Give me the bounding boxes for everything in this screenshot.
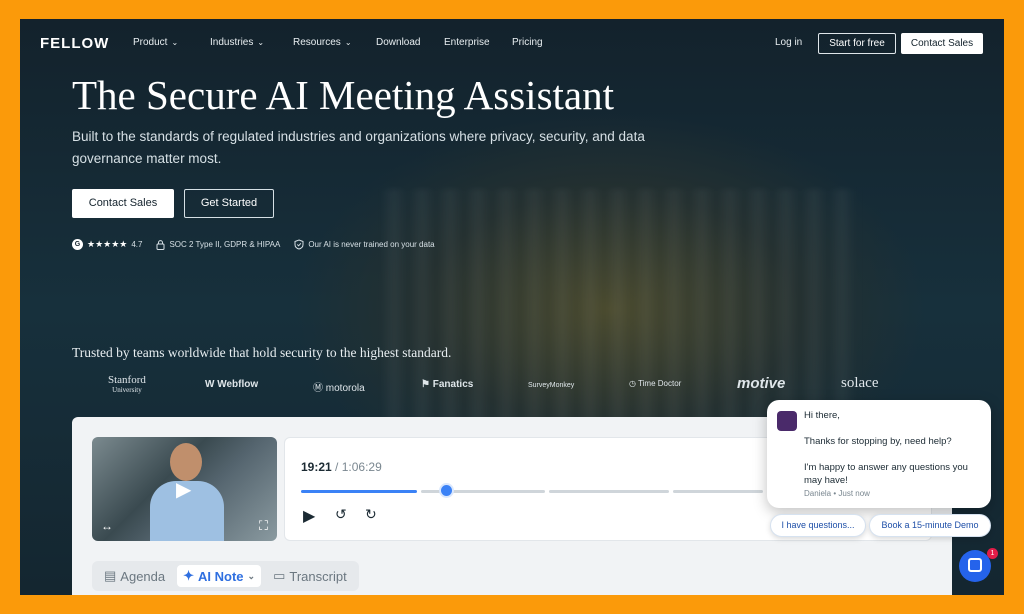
logo-text: Time Doctor <box>638 379 682 388</box>
login-link[interactable]: Log in <box>775 37 802 48</box>
browser-viewport: FELLOW Product ⌄ Industries ⌄ Resources ⌄ D… <box>20 19 1004 595</box>
chevron-down-icon: ⌄ <box>344 38 352 47</box>
nav-item-pricing[interactable]: Pricing <box>512 37 543 48</box>
stars-icon: ★★★★★ <box>87 239 128 249</box>
progress-segment <box>549 490 669 493</box>
chat-icon: ▭ <box>273 568 286 583</box>
calendar-icon: ▤ <box>104 568 117 583</box>
note-tabs: ▤ Agenda ✦ AI Note ⌄ ▭ Transcript <box>92 561 359 591</box>
hero-subtitle: Built to the standards of regulated indu… <box>72 129 645 166</box>
timedoctor-logo: ◷ Time Doctor <box>629 379 681 388</box>
chevron-down-icon: ⌄ <box>257 38 265 47</box>
chat-popup[interactable]: Hi there, Thanks for stopping by, need h… <box>767 400 991 508</box>
hero-title: The Secure AI Meeting Assistant <box>72 72 615 118</box>
progress-scrubber[interactable] <box>439 483 454 498</box>
shield-icon <box>294 239 304 250</box>
nav-item-product[interactable]: Product ⌄ <box>133 37 178 48</box>
nav-label: Product <box>133 37 168 48</box>
chat-meta: Daniela • Just now <box>804 489 870 498</box>
customer-logos: Stanford University W Webflow Ⓜ motorola… <box>72 371 912 401</box>
motive-logo: motive <box>737 375 786 392</box>
hero-contact-sales-button[interactable]: Contact Sales <box>72 189 174 218</box>
logo-text: motorola <box>325 383 365 394</box>
logo-text: Stanford <box>108 374 146 386</box>
compliance-text: SOC 2 Type II, GDPR & HIPAA <box>169 240 281 249</box>
g2-icon: G <box>72 239 83 250</box>
sparkle-icon: ✦ <box>183 568 195 583</box>
rating-badge: G ★★★★★ 4.7 <box>72 239 142 250</box>
get-started-button[interactable]: Get Started <box>184 189 274 218</box>
motorola-mark-icon: Ⓜ <box>313 383 323 394</box>
nav-label: Industries <box>210 37 254 48</box>
compliance-badge: SOC 2 Type II, GDPR & HIPAA <box>156 239 281 250</box>
tab-label: Agenda <box>120 568 166 584</box>
ai-privacy-badge: Our AI is never trained on your data <box>294 239 435 250</box>
nav-item-download[interactable]: Download <box>376 37 420 48</box>
surveymonkey-logo: SurveyMonkey <box>528 382 575 389</box>
tab-agenda[interactable]: ▤ Agenda <box>98 565 171 587</box>
play-icon[interactable]: ▶ <box>176 477 191 502</box>
fullscreen-icon[interactable]: ⛶ <box>259 518 268 534</box>
tab-transcript[interactable]: ▭ Transcript <box>267 565 353 587</box>
motorola-logo: Ⓜ motorola <box>313 379 365 394</box>
nav-contact-sales-button[interactable]: Contact Sales <box>901 33 983 54</box>
stanford-logo: Stanford University <box>108 374 146 395</box>
trusted-heading: Trusted by teams worldwide that hold sec… <box>72 345 452 360</box>
fellow-logo[interactable]: FELLOW <box>40 35 109 52</box>
chat-line-1: Thanks for stopping by, need help? <box>804 436 952 447</box>
quick-reply-questions[interactable]: I have questions... <box>770 514 866 537</box>
nav-label: Resources <box>293 37 341 48</box>
tab-ai-note[interactable]: ✦ AI Note ⌄ <box>177 565 262 587</box>
webflow-mark-icon: W <box>205 379 215 390</box>
webflow-logo: W Webflow <box>205 379 258 390</box>
time-separator: / <box>335 460 339 474</box>
trust-badges: G ★★★★★ 4.7 SOC 2 Type II, GDPR & HIPAA … <box>72 239 435 250</box>
lock-icon <box>156 239 165 250</box>
rating-value: 4.7 <box>131 240 143 249</box>
fanatics-mark-icon: ⚑ <box>421 379 430 390</box>
playback-time: 19:21 / 1:06:29 <box>301 460 382 474</box>
agent-avatar <box>777 411 797 431</box>
ai-privacy-text: Our AI is never trained on your data <box>308 240 435 249</box>
progress-segment <box>673 490 763 493</box>
nav-item-enterprise[interactable]: Enterprise <box>444 37 490 48</box>
chat-icon <box>968 558 982 572</box>
start-for-free-button[interactable]: Start for free <box>818 33 896 54</box>
chat-greeting: Hi there, <box>804 410 840 421</box>
play-icon[interactable]: ▶ <box>303 506 315 526</box>
expand-width-icon[interactable]: ↔ <box>101 519 113 533</box>
logo-text: Webflow <box>217 379 259 390</box>
nav-item-resources[interactable]: Resources ⌄ <box>293 37 352 48</box>
video-thumbnail[interactable]: ▶ ↔ ⛶ <box>92 437 277 541</box>
chat-message: Hi there, Thanks for stopping by, need h… <box>804 409 984 500</box>
current-time: 19:21 <box>301 460 332 474</box>
tab-label: AI Note <box>198 568 244 584</box>
fanatics-logo: ⚑ Fanatics <box>421 379 473 390</box>
nav-item-industries[interactable]: Industries ⌄ <box>210 37 264 48</box>
chevron-down-icon: ⌄ <box>247 570 256 581</box>
rewind-10-icon[interactable]: ↺ <box>335 506 347 523</box>
logo-subtext: University <box>112 386 142 394</box>
person-head <box>170 443 202 481</box>
total-time: 1:06:29 <box>341 460 382 474</box>
chevron-down-icon: ⌄ <box>171 38 179 47</box>
tab-label: Transcript <box>289 568 347 584</box>
quick-reply-book-demo[interactable]: Book a 15-minute Demo <box>869 514 991 537</box>
forward-10-icon[interactable]: ↻ <box>365 506 377 523</box>
notification-badge: 1 <box>987 548 998 559</box>
progress-played <box>301 490 417 493</box>
top-navigation: FELLOW Product ⌄ Industries ⌄ Resources ⌄ D… <box>20 19 1004 67</box>
clock-icon: ◷ <box>629 379 636 388</box>
chat-line-2: I'm happy to answer any questions you ma… <box>804 462 968 486</box>
solace-logo: solace <box>841 375 879 391</box>
logo-text: Fanatics <box>432 379 474 390</box>
